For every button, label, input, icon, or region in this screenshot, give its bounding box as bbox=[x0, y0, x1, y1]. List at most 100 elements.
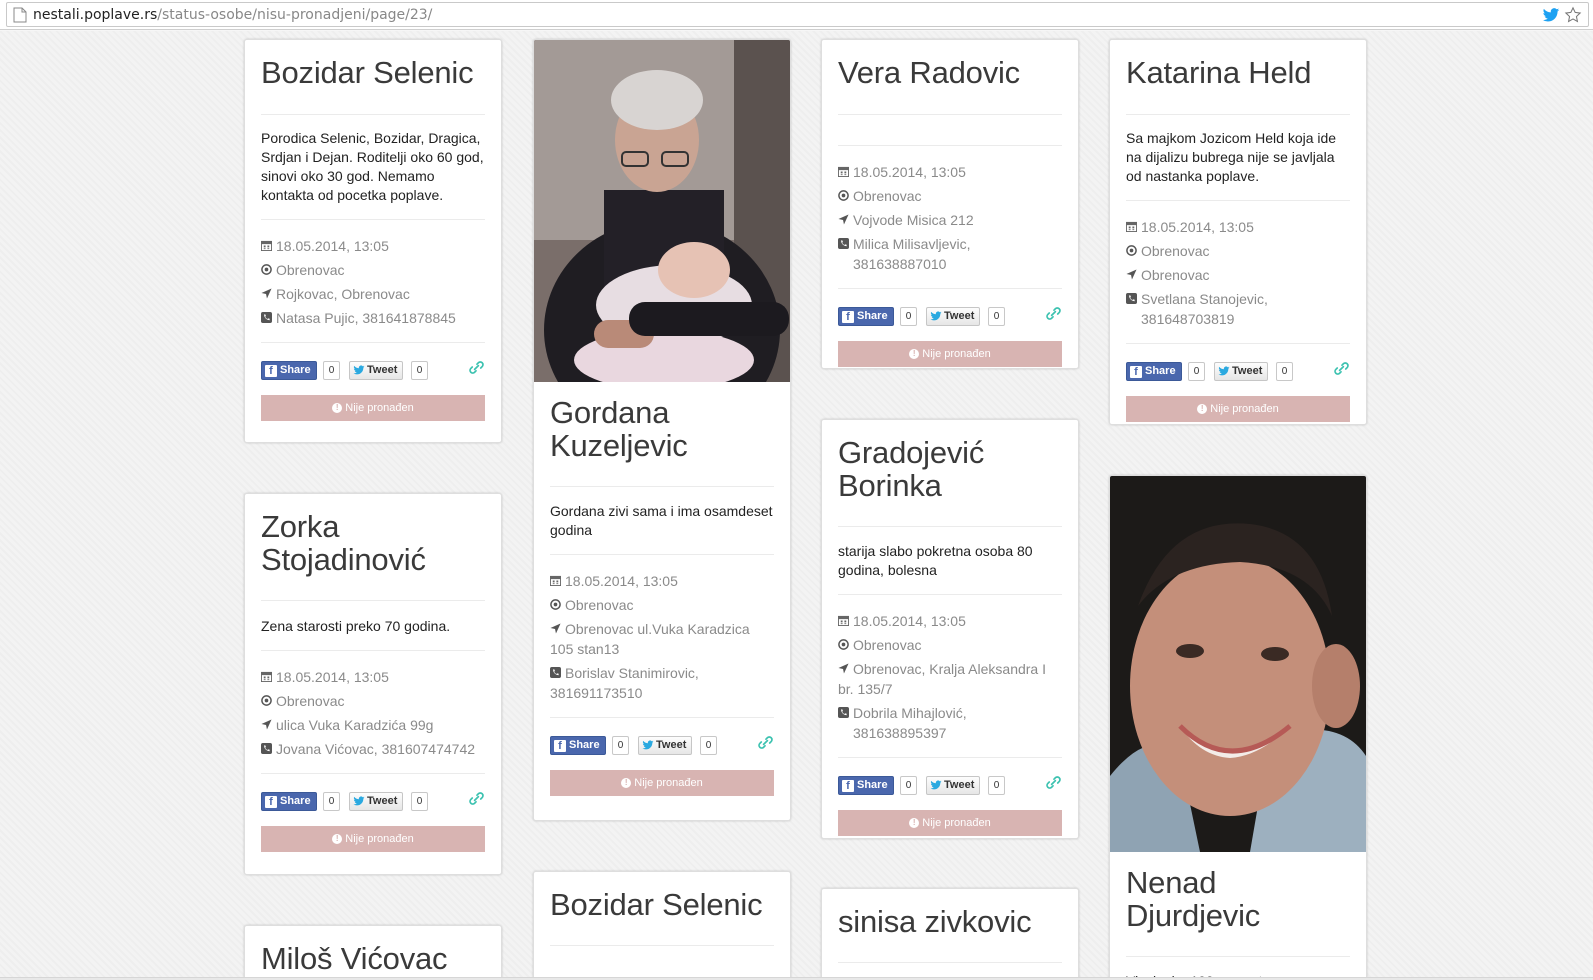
permalink-icon[interactable] bbox=[468, 359, 485, 376]
person-card: Gradojević Borinka starija slabo pokretn… bbox=[821, 419, 1079, 839]
address-text: Obrenovac, Kralja Aleksandra I br. 135/7 bbox=[838, 661, 1046, 697]
tweet-button[interactable]: Tweet bbox=[349, 361, 404, 380]
status-button[interactable]: ! Nije pronađen bbox=[838, 341, 1062, 367]
facebook-share-button[interactable]: f Share bbox=[261, 361, 317, 380]
address-row: Obrenovac, Kralja Aleksandra I br. 135/7 bbox=[838, 659, 1062, 699]
url-field[interactable]: nestali.poplave.rs/status-osobe/nisu-pro… bbox=[6, 2, 1589, 27]
permalink-icon[interactable] bbox=[1045, 305, 1062, 322]
social-buttons: f Share 0 Tweet 0 bbox=[838, 289, 1062, 341]
address-text: Obrenovac ul.Vuka Karadzica 105 stan13 bbox=[550, 621, 750, 657]
date-row: 18.05.2014, 13:05 bbox=[838, 611, 1062, 631]
tweet-button[interactable]: Tweet bbox=[926, 307, 981, 326]
person-photo bbox=[534, 40, 790, 382]
bookmark-star-icon[interactable] bbox=[1564, 6, 1582, 24]
address-row: Rojkovac, Obrenovac bbox=[261, 284, 485, 304]
tweet-label: Tweet bbox=[656, 739, 687, 751]
calendar-icon bbox=[838, 166, 849, 177]
contact-text: Borislav Stanimirovic, 381691173510 bbox=[550, 665, 699, 701]
person-description: Sa majkom Jozicom Held koja ide na dijal… bbox=[1126, 115, 1350, 201]
status-button[interactable]: ! Nije pronađen bbox=[550, 770, 774, 796]
phone-icon bbox=[838, 238, 849, 249]
permalink-icon[interactable] bbox=[757, 734, 774, 751]
calendar-icon bbox=[550, 575, 561, 586]
municipality-row: Obrenovac bbox=[838, 635, 1062, 655]
person-name[interactable]: sinisa zivkovic bbox=[838, 901, 1062, 963]
permalink-icon[interactable] bbox=[1045, 774, 1062, 791]
url-path: /status-osobe/nisu-pronadjeni/page/23/ bbox=[157, 7, 433, 23]
tweet-count: 0 bbox=[1276, 362, 1293, 381]
contact-row: Natasa Pujic, 381641878845 bbox=[261, 308, 485, 328]
tweet-button[interactable]: Tweet bbox=[1214, 362, 1269, 381]
facebook-share-button[interactable]: f Share bbox=[838, 776, 894, 795]
share-label: Share bbox=[857, 779, 888, 791]
location-arrow-icon bbox=[261, 288, 272, 299]
person-name[interactable]: Vera Radovic bbox=[838, 52, 1062, 115]
facebook-share-button[interactable]: f Share bbox=[261, 792, 317, 811]
status-label: Nije pronađen bbox=[634, 777, 703, 789]
contact-text: Natasa Pujic, 381641878845 bbox=[276, 310, 456, 326]
status-button[interactable]: ! Nije pronađen bbox=[838, 810, 1062, 836]
twitter-icon bbox=[353, 796, 365, 806]
date-row: 18.05.2014, 13:05 bbox=[838, 162, 1062, 182]
phone-icon bbox=[1126, 293, 1137, 304]
status-button[interactable]: ! Nije pronađen bbox=[261, 826, 485, 852]
share-count: 0 bbox=[1188, 362, 1205, 381]
exclamation-icon: ! bbox=[621, 778, 632, 788]
person-name[interactable]: Bozidar Selenic bbox=[550, 884, 774, 946]
twitter-icon bbox=[642, 740, 654, 750]
facebook-share-button[interactable]: f Share bbox=[1126, 362, 1182, 381]
page-icon bbox=[13, 7, 27, 23]
municipality-text: Obrenovac bbox=[276, 262, 345, 278]
social-buttons: f Share 0 Tweet 0 bbox=[1126, 344, 1350, 396]
page-content: Bozidar Selenic Porodica Selenic, Bozida… bbox=[0, 31, 1593, 980]
person-card: Nenad Djurdjevic Visok oko 190,mrsav,tam… bbox=[1109, 475, 1367, 980]
calendar-icon bbox=[261, 240, 272, 251]
contact-row: Dobrila Mihajlović, 381638895397 bbox=[838, 703, 1062, 743]
contact-text: Milica Milisavljevic, 381638887010 bbox=[853, 236, 971, 272]
contact-row: Jovana Vićovac, 381607474742 bbox=[261, 739, 485, 759]
date-row: 18.05.2014, 13:05 bbox=[261, 236, 485, 256]
phone-icon bbox=[261, 312, 272, 323]
municipality-row: Obrenovac bbox=[550, 595, 774, 615]
contact-text: Jovana Vićovac, 381607474742 bbox=[276, 741, 476, 757]
facebook-share-button[interactable]: f Share bbox=[550, 736, 606, 755]
status-label: Nije pronađen bbox=[345, 833, 414, 845]
address-text: Obrenovac bbox=[1141, 267, 1210, 283]
person-name[interactable]: Gradojević Borinka bbox=[838, 432, 1062, 527]
tweet-button[interactable]: Tweet bbox=[349, 792, 404, 811]
person-card: sinisa zivkovic bbox=[821, 888, 1079, 980]
person-details: 18.05.2014, 13:05 Obrenovac Obrenovac ul… bbox=[550, 555, 774, 718]
person-card: Bozidar Selenic Porodica Selenic, Bozida… bbox=[244, 39, 502, 443]
status-button[interactable]: ! Nije pronađen bbox=[261, 395, 485, 421]
municipality-row: Obrenovac bbox=[261, 691, 485, 711]
person-name[interactable]: Miloš Vićovac bbox=[261, 938, 485, 980]
person-name[interactable]: Katarina Held bbox=[1126, 52, 1350, 115]
location-target-icon bbox=[550, 599, 561, 610]
status-button[interactable]: ! Nije pronađen bbox=[1126, 396, 1350, 422]
person-card: Zorka Stojadinović Zena starosti preko 7… bbox=[244, 493, 502, 875]
facebook-icon: f bbox=[554, 739, 566, 752]
person-name[interactable]: Gordana Kuzeljevic bbox=[550, 396, 774, 487]
twitter-icon bbox=[930, 311, 942, 321]
contact-text: Dobrila Mihajlović, 381638895397 bbox=[853, 705, 967, 741]
share-count: 0 bbox=[900, 307, 917, 326]
person-details: 18.05.2014, 13:05 Obrenovac Rojkovac, Ob… bbox=[261, 220, 485, 343]
phone-icon bbox=[838, 707, 849, 718]
person-name[interactable]: Bozidar Selenic bbox=[261, 52, 485, 115]
twitter-extension-icon[interactable] bbox=[1542, 6, 1560, 24]
facebook-icon: f bbox=[1130, 365, 1142, 378]
municipality-text: Obrenovac bbox=[1141, 243, 1210, 259]
facebook-share-button[interactable]: f Share bbox=[838, 307, 894, 326]
location-arrow-icon bbox=[550, 623, 561, 634]
person-name[interactable]: Nenad Djurdjevic bbox=[1126, 866, 1350, 957]
permalink-icon[interactable] bbox=[1333, 360, 1350, 377]
permalink-icon[interactable] bbox=[468, 790, 485, 807]
person-name[interactable]: Zorka Stojadinović bbox=[261, 506, 485, 601]
person-description: Gordana zivi sama i ima osamdeset godina bbox=[550, 487, 774, 555]
tweet-button[interactable]: Tweet bbox=[638, 736, 693, 755]
date-text: 18.05.2014, 13:05 bbox=[1141, 219, 1254, 235]
tweet-button[interactable]: Tweet bbox=[926, 776, 981, 795]
person-description: starija slabo pokretna osoba 80 godina, … bbox=[838, 527, 1062, 595]
address-text: Vojvode Misica 212 bbox=[853, 212, 974, 228]
social-buttons: f Share 0 Tweet 0 bbox=[550, 718, 774, 770]
